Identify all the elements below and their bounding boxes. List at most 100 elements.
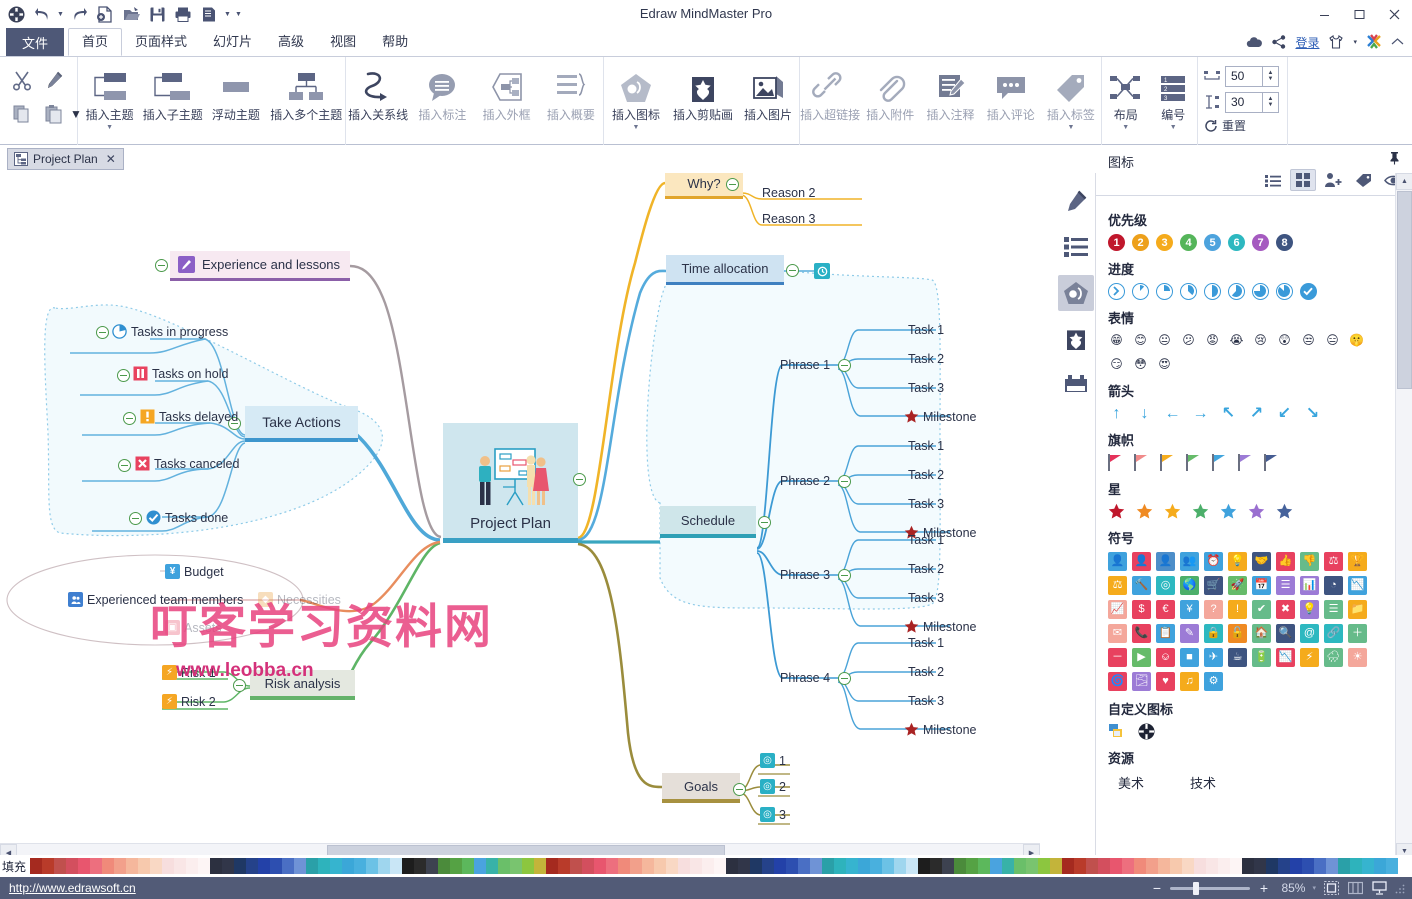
node-take-actions[interactable]: Take Actions xyxy=(245,406,358,442)
color-swatch[interactable] xyxy=(534,858,546,874)
emoji-icon-13[interactable]: 😍 xyxy=(1156,356,1173,373)
arrow-icon-6[interactable]: ↙ xyxy=(1276,405,1293,422)
leaf-time-icon[interactable] xyxy=(814,263,830,279)
color-swatch[interactable] xyxy=(306,858,318,874)
color-swatch[interactable] xyxy=(954,858,966,874)
color-swatch[interactable] xyxy=(282,858,294,874)
color-swatch[interactable] xyxy=(1026,858,1038,874)
collapse-schedule[interactable] xyxy=(758,516,771,529)
fit-page-icon[interactable] xyxy=(1323,880,1340,897)
color-swatch[interactable] xyxy=(666,858,678,874)
color-swatch[interactable] xyxy=(510,858,522,874)
star-icon-2[interactable] xyxy=(1164,503,1181,520)
pin-icon[interactable] xyxy=(1388,151,1401,165)
color-swatch[interactable] xyxy=(474,858,486,874)
symbol-icon-31[interactable]: ☰ xyxy=(1324,600,1343,619)
color-swatch[interactable] xyxy=(1278,858,1290,874)
symbol-icon-40[interactable]: 🔍 xyxy=(1276,624,1295,643)
collapse-risk-analysis[interactable] xyxy=(233,679,246,692)
horizontal-spacing-input[interactable]: 50 xyxy=(1225,66,1263,87)
insert-image-button[interactable]: 插入图片 xyxy=(738,57,798,143)
color-swatch[interactable] xyxy=(354,858,366,874)
color-swatch[interactable] xyxy=(138,858,150,874)
color-swatch[interactable] xyxy=(1374,858,1386,874)
progress-icon-75[interactable] xyxy=(1252,283,1269,300)
symbol-icon-5[interactable]: 💡 xyxy=(1228,552,1247,571)
task-node[interactable]: Task 3 xyxy=(908,381,944,395)
symbol-icon-54[interactable]: ☀ xyxy=(1348,648,1367,667)
star-icon-0[interactable] xyxy=(1108,503,1125,520)
zoom-dropdown-caret[interactable]: ▾ xyxy=(1312,884,1316,892)
symbol-icon-41[interactable]: @ xyxy=(1300,624,1319,643)
layout-button[interactable]: 布局 ▼ xyxy=(1102,57,1150,143)
arrow-icon-3[interactable]: → xyxy=(1192,405,1209,422)
collapse-why[interactable] xyxy=(726,178,739,191)
color-swatch[interactable] xyxy=(450,858,462,874)
color-swatch[interactable] xyxy=(594,858,606,874)
task-node[interactable]: Task 2 xyxy=(908,352,944,366)
symbol-icon-30[interactable]: 💡 xyxy=(1300,600,1319,619)
color-swatch[interactable] xyxy=(1014,858,1026,874)
color-swatch[interactable] xyxy=(1230,858,1242,874)
color-swatch[interactable] xyxy=(942,858,954,874)
minimize-button[interactable] xyxy=(1307,0,1342,28)
arrow-icon-2[interactable]: ← xyxy=(1164,405,1181,422)
color-swatch[interactable] xyxy=(618,858,630,874)
color-swatch[interactable] xyxy=(186,858,198,874)
emoji-icon-6[interactable]: 😢 xyxy=(1252,332,1269,349)
color-swatch[interactable] xyxy=(810,858,822,874)
leaf-budget[interactable]: ¥ Budget xyxy=(165,564,224,579)
arrow-icon-1[interactable]: ↓ xyxy=(1136,405,1153,422)
symbol-icon-45[interactable]: ▶ xyxy=(1132,648,1151,667)
symbol-icon-28[interactable]: ✔ xyxy=(1252,600,1271,619)
color-swatch[interactable] xyxy=(498,858,510,874)
vscroll-thumb[interactable] xyxy=(1397,191,1412,389)
color-swatch[interactable] xyxy=(246,858,258,874)
color-swatch[interactable] xyxy=(798,858,810,874)
priority-icon-2[interactable]: 2 xyxy=(1132,234,1149,251)
symbol-icon-22[interactable]: 📈 xyxy=(1108,600,1127,619)
symbol-icon-34[interactable]: 📞 xyxy=(1132,624,1151,643)
color-swatch[interactable] xyxy=(870,858,882,874)
color-swatch[interactable] xyxy=(1158,858,1170,874)
color-swatch[interactable] xyxy=(846,858,858,874)
color-swatch[interactable] xyxy=(1050,858,1062,874)
progress-icon-87[interactable] xyxy=(1276,283,1293,300)
symbol-icon-53[interactable]: 🌧 xyxy=(1324,648,1343,667)
priority-icon-7[interactable]: 7 xyxy=(1252,234,1269,251)
star-icon-3[interactable] xyxy=(1192,503,1209,520)
flag-icon-1[interactable] xyxy=(1134,454,1149,471)
priority-icon-3[interactable]: 3 xyxy=(1156,234,1173,251)
color-swatch[interactable] xyxy=(918,858,930,874)
priority-icon-6[interactable]: 6 xyxy=(1228,234,1245,251)
emoji-icon-11[interactable]: 😏 xyxy=(1108,356,1125,373)
menu-tab-slideshow[interactable]: 幻灯片 xyxy=(200,28,265,56)
symbol-icon-25[interactable]: ¥ xyxy=(1180,600,1199,619)
symbol-icon-56[interactable]: 🌫 xyxy=(1132,672,1151,691)
symbol-icon-36[interactable]: ✎ xyxy=(1180,624,1199,643)
symbol-icon-33[interactable]: ✉ xyxy=(1108,624,1127,643)
tag-caret[interactable]: ▼ xyxy=(1067,124,1074,131)
symbol-icon-23[interactable]: $ xyxy=(1132,600,1151,619)
attachment-button[interactable]: 插入附件 xyxy=(860,57,920,143)
symbol-icon-38[interactable]: 🔓 xyxy=(1228,624,1247,643)
milestone-node[interactable]: Milestone xyxy=(904,722,977,737)
symbol-icon-7[interactable]: 👍 xyxy=(1276,552,1295,571)
symbol-icon-32[interactable]: 📁 xyxy=(1348,600,1367,619)
color-swatch[interactable] xyxy=(402,858,414,874)
leaf-goal-3[interactable]: ◎ 3 xyxy=(760,807,786,822)
grid-view-icon[interactable] xyxy=(1290,169,1316,191)
collapse-ribbon-icon[interactable] xyxy=(1391,37,1404,47)
color-swatch[interactable] xyxy=(750,858,762,874)
summary-button[interactable]: 插入概要 xyxy=(539,57,603,143)
collapse-tasks-on-hold[interactable] xyxy=(117,369,130,382)
color-swatch[interactable] xyxy=(54,858,66,874)
collapse-experience[interactable] xyxy=(155,259,168,272)
color-swatch[interactable] xyxy=(1038,858,1050,874)
node-experience-and-lessons[interactable]: Experience and lessons xyxy=(170,251,350,281)
node-phrase-4[interactable]: Phrase 4 xyxy=(780,671,830,685)
progress-icon-25[interactable] xyxy=(1156,283,1173,300)
progress-icon-100[interactable] xyxy=(1300,283,1317,300)
emoji-icon-2[interactable]: 😐 xyxy=(1156,332,1173,349)
progress-icon-12[interactable] xyxy=(1132,283,1149,300)
